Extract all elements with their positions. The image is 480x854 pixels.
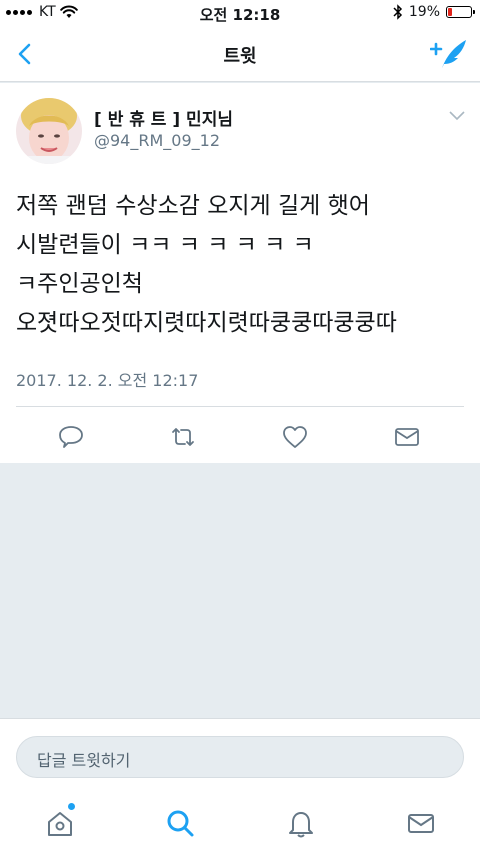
status-bar: KT 오전 12:18 19% (0, 0, 480, 28)
home-icon[interactable] (45, 808, 75, 838)
divider (16, 406, 464, 407)
tweet-actions (0, 417, 480, 457)
tweet-detail: [ 반 휴 트 ] 민지님 @94_RM_09_12 저쪽 괜덤 수상소감 오지… (0, 83, 480, 463)
user-handle[interactable]: @94_RM_09_12 (94, 131, 220, 150)
chevron-down-icon[interactable] (448, 109, 466, 121)
display-name[interactable]: [ 반 휴 트 ] 민지님 (94, 105, 233, 130)
tweet-text-line: 저쪽 괜덤 수상소감 오지게 길게 햇어 (16, 193, 370, 219)
messages-icon[interactable] (406, 808, 436, 838)
battery-fill (448, 8, 452, 16)
notifications-bell-icon[interactable] (286, 808, 316, 838)
compose-feather-icon[interactable] (430, 36, 470, 72)
reply-placeholder: 답글 트윗하기 (37, 751, 131, 770)
battery-icon (446, 6, 475, 18)
retweet-icon[interactable] (169, 423, 197, 451)
tab-bar (0, 794, 480, 854)
new-content-dot (68, 803, 75, 810)
tweet-text-line: ㅋ주인공인척 (16, 271, 143, 297)
avatar[interactable] (16, 98, 82, 164)
page-title: 트윗 (223, 46, 257, 67)
reply-input[interactable]: 답글 트윗하기 (16, 736, 464, 778)
search-icon[interactable] (165, 808, 195, 838)
tweet-text: 저쪽 괜덤 수상소감 오지게 길게 햇어 시발련들이 ㅋㅋ ㅋ ㅋ ㅋ ㅋ ㅋ … (16, 187, 471, 343)
tweet-timestamp: 2017. 12. 2. 오전 12:17 (16, 371, 199, 390)
direct-message-icon[interactable] (393, 423, 421, 451)
bluetooth-icon (393, 4, 402, 20)
tweet-text-line: 시발련들이 ㅋㅋ ㅋ ㅋ ㅋ ㅋ ㅋ (16, 232, 314, 258)
battery-percent: 19% (408, 4, 440, 20)
tweet-text-line: 오졋따오젓따지렷따지렷따쿵쿵따쿵쿵따 (16, 310, 397, 336)
status-right: 19% (393, 4, 475, 20)
reply-icon[interactable] (57, 423, 85, 451)
nav-bar: 트윗 (0, 28, 480, 82)
like-heart-icon[interactable] (281, 423, 309, 451)
